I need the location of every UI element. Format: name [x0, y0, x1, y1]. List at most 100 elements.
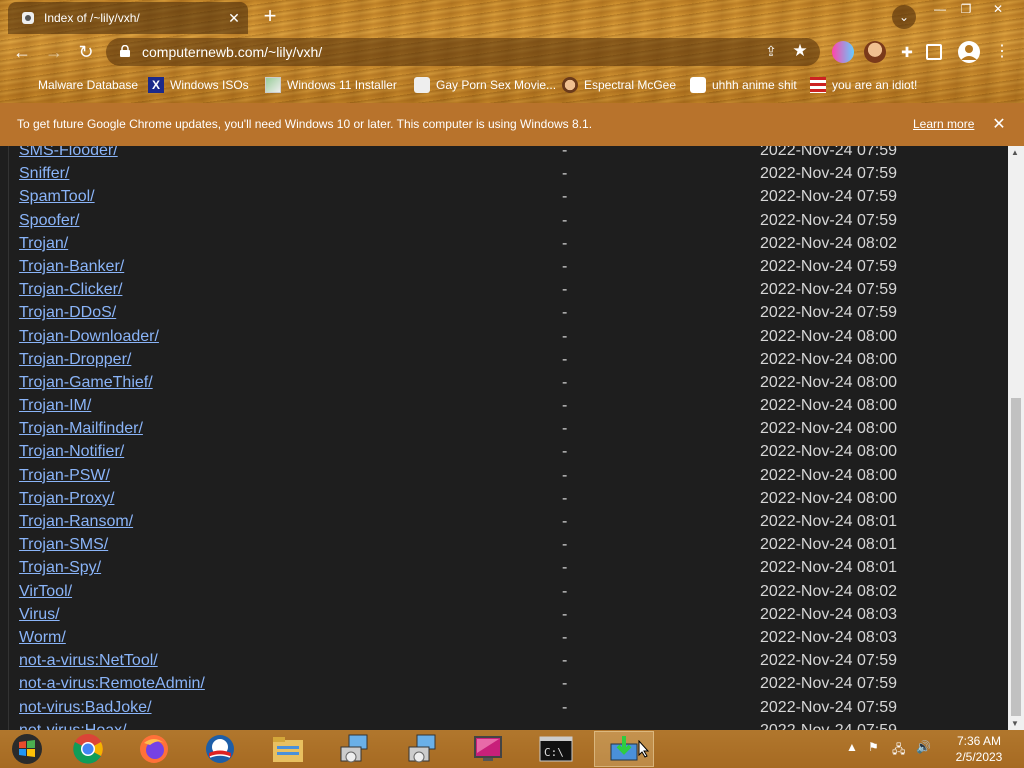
- table-row: Trojan-Notifier/ - 2022-Nov-24 08:00: [0, 440, 1008, 463]
- directory-link[interactable]: Trojan-Ransom/: [19, 513, 133, 531]
- avatar[interactable]: [958, 41, 980, 63]
- directory-link[interactable]: Spoofer/: [19, 212, 79, 230]
- modified-date-cell: 2022-Nov-24 08:00: [760, 327, 897, 345]
- taskbar-explorer[interactable]: [258, 731, 318, 767]
- tab-close-icon[interactable]: ✕: [224, 10, 244, 27]
- modified-date-cell: 2022-Nov-24 08:01: [760, 513, 897, 530]
- modified-date-cell: 2022-Nov-24 08:01: [760, 559, 897, 577]
- side-panel-icon[interactable]: [926, 44, 942, 60]
- directory-link[interactable]: Trojan-Notifier/: [19, 443, 124, 461]
- maximize-button[interactable]: ❐: [952, 0, 980, 18]
- size-cell: -: [562, 146, 568, 159]
- modified-date-cell: 2022-Nov-24 08:00: [760, 397, 897, 415]
- directory-link[interactable]: Trojan-SMS/: [19, 536, 108, 554]
- setup-icon: [408, 734, 436, 763]
- modified-date-cell: 2022-Nov-24 07:59: [760, 211, 897, 229]
- taskbar-app-pink[interactable]: [458, 731, 518, 767]
- scroll-down-icon[interactable]: ▼: [1011, 719, 1019, 728]
- taskbar-installer-1[interactable]: [324, 731, 384, 767]
- directory-link[interactable]: not-virus:BadJoke/: [19, 699, 152, 717]
- volume-icon[interactable]: 🔊: [916, 740, 931, 758]
- extension-icon[interactable]: [832, 41, 854, 63]
- directory-link[interactable]: not-virus:Hoax/: [19, 722, 127, 730]
- modified-date-cell: 2022-Nov-24 08:00: [760, 443, 897, 461]
- directory-link[interactable]: Trojan-Downloader/: [19, 328, 159, 346]
- favicon-icon: [414, 77, 430, 93]
- taskbar-cmd[interactable]: C:\: [526, 731, 586, 767]
- taskbar-chrome[interactable]: [58, 731, 118, 767]
- modified-date-cell: 2022-Nov-24 08:00: [760, 489, 897, 507]
- bookmark-espectral-mcgee[interactable]: Espectral McGee: [562, 76, 676, 94]
- bookmark-uhhh-anime[interactable]: uhhh anime shit: [690, 76, 797, 94]
- start-button[interactable]: [0, 731, 54, 767]
- bookmark-you-are-an-idiot[interactable]: you are an idiot!: [810, 76, 917, 94]
- page-content: SMS-Flooder/ - 2022-Nov-24 07:59 Sniffer/ - 2…: [0, 146, 1008, 730]
- directory-link[interactable]: SMS-Flooder/: [19, 146, 118, 160]
- learn-more-link[interactable]: Learn more: [913, 117, 974, 131]
- directory-link[interactable]: Trojan-Spy/: [19, 559, 101, 577]
- show-hidden-icons[interactable]: ▲: [846, 740, 858, 758]
- directory-link[interactable]: Trojan-Dropper/: [19, 351, 131, 369]
- image-icon: [265, 77, 281, 93]
- directory-link[interactable]: VirTool/: [19, 583, 72, 601]
- reload-button[interactable]: ↻: [74, 40, 98, 64]
- back-button[interactable]: ←: [10, 40, 34, 64]
- active-tab[interactable]: Index of /~lily/vxh/ ✕: [8, 2, 248, 34]
- directory-link[interactable]: SpamTool/: [19, 188, 95, 206]
- action-center-flag-icon[interactable]: ⚑: [868, 740, 879, 758]
- size-cell: -: [562, 698, 568, 716]
- puzzle-extensions-icon[interactable]: ✚: [896, 41, 918, 63]
- table-row: SMS-Flooder/ - 2022-Nov-24 07:59: [0, 146, 1008, 162]
- account-icon: [961, 45, 977, 60]
- directory-link[interactable]: Sniffer/: [19, 165, 69, 183]
- directory-link[interactable]: Trojan-DDoS/: [19, 304, 116, 322]
- tab-search-button[interactable]: ⌄: [892, 5, 916, 29]
- directory-link[interactable]: Trojan-Mailfinder/: [19, 420, 143, 438]
- bookmark-label: Windows 11 Installer: [287, 78, 397, 92]
- directory-link[interactable]: not-a-virus:NetTool/: [19, 652, 158, 670]
- size-cell: -: [562, 559, 568, 577]
- system-clock[interactable]: 7:36 AM 2/5/2023: [946, 733, 1012, 765]
- bookmark-windows-isos[interactable]: X Windows ISOs: [148, 76, 249, 94]
- modified-date-cell: 2022-Nov-24 08:00: [760, 466, 897, 484]
- table-row: Spoofer/ - 2022-Nov-24 07:59: [0, 209, 1008, 232]
- size-cell: -: [562, 257, 568, 275]
- mouse-cursor-icon: [638, 740, 650, 758]
- bookmark-gay-porn-sex-movie[interactable]: Gay Porn Sex Movie...: [414, 76, 556, 94]
- new-tab-button[interactable]: +: [258, 4, 282, 28]
- bookmark-windows-11-installer[interactable]: Windows 11 Installer: [265, 76, 397, 94]
- menu-kebab-icon[interactable]: ⋮: [990, 40, 1014, 64]
- directory-link[interactable]: not-a-virus:RemoteAdmin/: [19, 675, 205, 693]
- minimize-button[interactable]: —: [926, 0, 954, 18]
- share-icon[interactable]: ⇪: [762, 43, 780, 61]
- bookmark-malware-database[interactable]: Malware Database: [18, 76, 138, 94]
- directory-link[interactable]: Trojan/: [19, 235, 68, 253]
- modified-date-cell: 2022-Nov-24 08:03: [760, 628, 897, 646]
- taskbar-obama[interactable]: [190, 731, 250, 767]
- network-icon[interactable]: 🖧: [892, 740, 905, 758]
- bookmark-star-icon[interactable]: ★: [790, 41, 810, 61]
- size-cell: -: [562, 188, 568, 206]
- close-window-button[interactable]: ✕: [984, 0, 1012, 18]
- directory-link[interactable]: Trojan-PSW/: [19, 467, 110, 485]
- directory-link[interactable]: Trojan-GameThief/: [19, 374, 153, 392]
- forward-button[interactable]: →: [42, 40, 66, 64]
- table-row: Trojan-Downloader/ - 2022-Nov-24 08:00: [0, 325, 1008, 348]
- infobar-close-icon[interactable]: ✕: [990, 114, 1008, 134]
- directory-link[interactable]: Trojan-Clicker/: [19, 281, 122, 299]
- directory-link[interactable]: Trojan-Proxy/: [19, 490, 114, 508]
- scrollbar-thumb[interactable]: [1011, 398, 1021, 716]
- scrollbar[interactable]: ▲ ▼: [1008, 146, 1024, 730]
- size-cell: -: [562, 675, 568, 693]
- modified-date-cell: 2022-Nov-24 08:00: [760, 373, 897, 391]
- scroll-up-icon[interactable]: ▲: [1011, 148, 1019, 157]
- address-bar[interactable]: computernewb.com/~lily/vxh/ ⇪ ★: [106, 38, 820, 66]
- directory-link[interactable]: Worm/: [19, 629, 66, 647]
- taskbar-firefox[interactable]: [124, 731, 184, 767]
- profile-extension-icon[interactable]: [864, 41, 886, 63]
- size-cell: -: [562, 489, 568, 507]
- directory-link[interactable]: Trojan-Banker/: [19, 258, 124, 276]
- directory-link[interactable]: Trojan-IM/: [19, 397, 91, 415]
- taskbar-installer-2[interactable]: [392, 731, 452, 767]
- directory-link[interactable]: Virus/: [19, 606, 60, 624]
